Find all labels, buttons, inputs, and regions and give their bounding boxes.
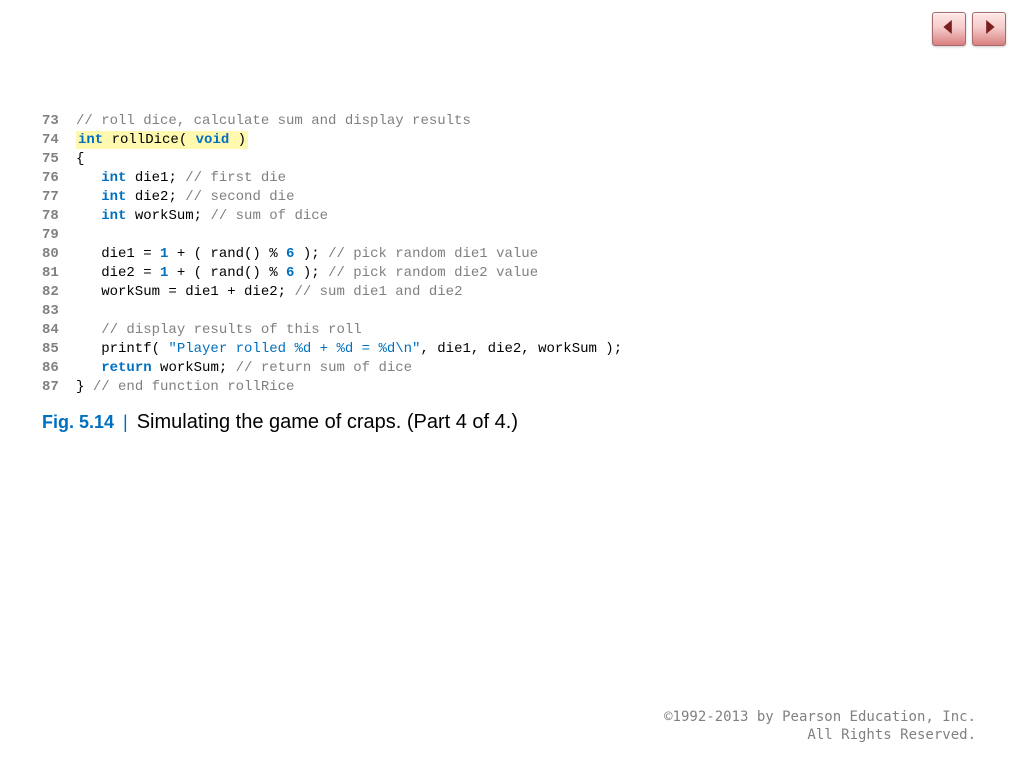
code-content: // display results of this roll [76,322,362,338]
code-line: 87} // end function rollRice [42,378,982,397]
arrow-left-icon [942,20,956,39]
code-line: 86 return workSum; // return sum of dice [42,359,982,378]
line-number: 78 [42,207,76,226]
code-line: 83 [42,302,982,321]
code-listing: 73// roll dice, calculate sum and displa… [42,112,982,397]
code-content: int die1; // first die [76,170,286,186]
line-number: 86 [42,359,76,378]
code-content: die1 = 1 + ( rand() % 6 ); // pick rando… [76,246,538,262]
code-content: return workSum; // return sum of dice [76,360,412,376]
code-content: { [76,151,84,167]
code-line: 78 int workSum; // sum of dice [42,207,982,226]
code-line: 74int rollDice( void ) [42,131,982,150]
code-line: 81 die2 = 1 + ( rand() % 6 ); // pick ra… [42,264,982,283]
copyright-line-1: ©1992-2013 by Pearson Education, Inc. [664,708,976,726]
slide-content: 73// roll dice, calculate sum and displa… [42,112,982,434]
line-number: 87 [42,378,76,397]
figure-title: Simulating the game of craps. (Part 4 of… [137,411,518,433]
line-number: 79 [42,226,76,245]
code-content: die2 = 1 + ( rand() % 6 ); // pick rando… [76,265,538,281]
code-line: 79 [42,226,982,245]
figure-number: Fig. 5.14 [42,412,114,432]
line-number: 73 [42,112,76,131]
line-number: 76 [42,169,76,188]
code-content: } // end function rollRice [76,379,294,395]
nav-buttons [932,12,1006,46]
code-line: 84 // display results of this roll [42,321,982,340]
copyright-line-2: All Rights Reserved. [664,726,976,744]
copyright: ©1992-2013 by Pearson Education, Inc. Al… [664,708,976,744]
line-number: 83 [42,302,76,321]
line-number: 80 [42,245,76,264]
code-content: int rollDice( void ) [76,131,248,149]
code-content: // roll dice, calculate sum and display … [76,113,471,129]
line-number: 81 [42,264,76,283]
code-line: 73// roll dice, calculate sum and displa… [42,112,982,131]
line-number: 75 [42,150,76,169]
code-line: 80 die1 = 1 + ( rand() % 6 ); // pick ra… [42,245,982,264]
code-line: 75{ [42,150,982,169]
code-line: 82 workSum = die1 + die2; // sum die1 an… [42,283,982,302]
figure-caption: Fig. 5.14 | Simulating the game of craps… [42,411,982,434]
line-number: 82 [42,283,76,302]
line-number: 74 [42,131,76,150]
code-content: int workSum; // sum of dice [76,208,328,224]
code-line: 77 int die2; // second die [42,188,982,207]
figure-separator: | [114,412,137,432]
arrow-right-icon [982,20,996,39]
line-number: 77 [42,188,76,207]
code-content: workSum = die1 + die2; // sum die1 and d… [76,284,462,300]
line-number: 85 [42,340,76,359]
code-line: 85 printf( "Player rolled %d + %d = %d\n… [42,340,982,359]
prev-slide-button[interactable] [932,12,966,46]
next-slide-button[interactable] [972,12,1006,46]
code-content: printf( "Player rolled %d + %d = %d\n", … [76,341,622,357]
code-content: int die2; // second die [76,189,294,205]
line-number: 84 [42,321,76,340]
code-line: 76 int die1; // first die [42,169,982,188]
